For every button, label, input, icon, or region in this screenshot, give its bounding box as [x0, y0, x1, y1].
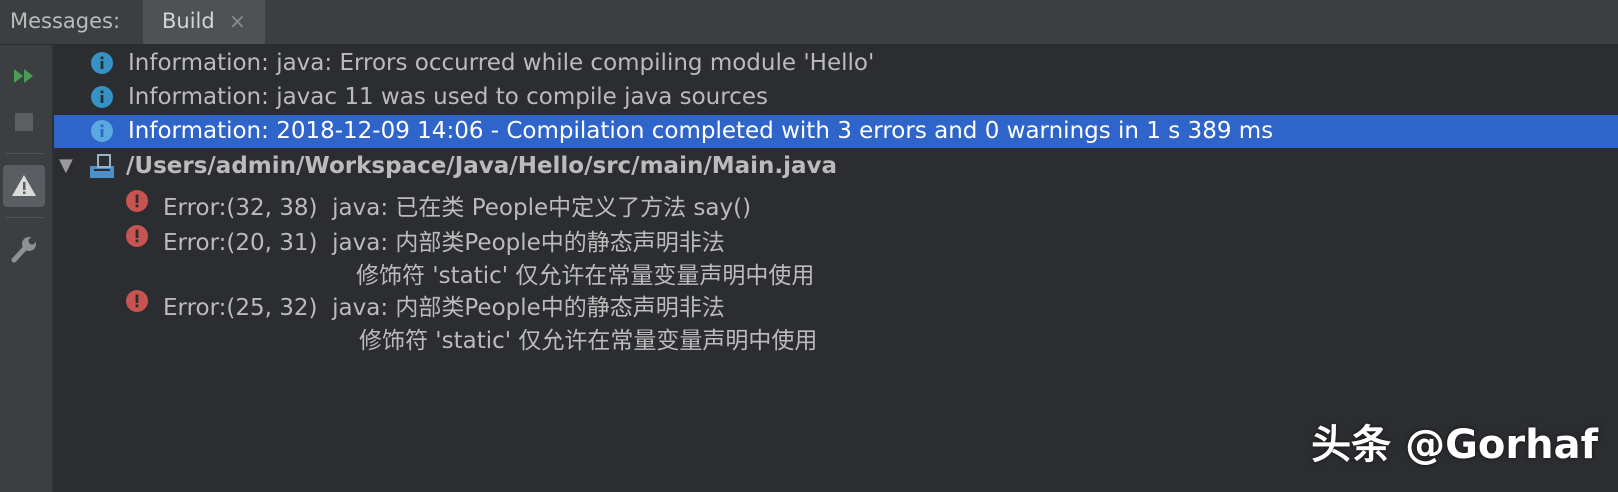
info-icon: [91, 86, 113, 108]
stop-button[interactable]: [3, 103, 45, 145]
expand-arrow-icon[interactable]: ▼: [59, 155, 73, 176]
message-row[interactable]: Information: javac 11 was used to compil…: [54, 81, 1618, 114]
toolbar-separator: [6, 153, 44, 154]
rerun-button[interactable]: [3, 57, 45, 99]
toolbar-separator: [6, 217, 44, 218]
rerun-icon: [14, 69, 33, 83]
file-node[interactable]: ▼ /Users/admin/Workspace/Java/Hello/src/…: [54, 150, 1618, 183]
message-row[interactable]: Information: java: Errors occurred while…: [54, 47, 1618, 80]
watermark: 头条 @Gorhaf: [1311, 422, 1598, 468]
error-text: Error:(25, 32) java: 内部类People中的静态声明非法: [163, 295, 725, 321]
message-text: Information: 2018-12-09 14:06 - Compilat…: [128, 118, 1274, 144]
info-icon: [91, 120, 113, 142]
file-path: /Users/admin/Workspace/Java/Hello/src/ma…: [126, 153, 838, 179]
tool-window-tabbar: Messages: Build ×: [0, 0, 1618, 45]
messages-toolbar: [0, 45, 53, 492]
error-continuation: 修饰符 'static' 仅允许在常量变量声明中使用: [359, 328, 818, 354]
tab-build-label: Build: [162, 9, 215, 33]
java-file-icon: [90, 154, 114, 178]
close-icon[interactable]: ×: [229, 9, 246, 33]
settings-wrench-icon: [11, 237, 36, 263]
error-row[interactable]: Error:(32, 38) java: 已在类 People中定义了方法 sa…: [54, 185, 1618, 221]
error-text: Error:(32, 38) java: 已在类 People中定义了方法 sa…: [163, 195, 752, 221]
message-text: Information: java: Errors occurred while…: [128, 50, 875, 76]
message-text: Information: javac 11 was used to compil…: [128, 84, 768, 110]
error-icon: [126, 190, 148, 212]
error-text: Error:(20, 31) java: 内部类People中的静态声明非法: [163, 230, 725, 256]
error-icon: [126, 290, 148, 312]
message-row-selected[interactable]: Information: 2018-12-09 14:06 - Compilat…: [54, 115, 1618, 148]
show-warnings-toggle[interactable]: [3, 165, 45, 207]
error-row[interactable]: Error:(25, 32) java: 内部类People中的静态声明非法: [54, 285, 1618, 321]
tab-build[interactable]: Build ×: [143, 0, 265, 44]
warning-filter-icon: [12, 175, 36, 196]
error-icon: [126, 225, 148, 247]
stop-icon: [15, 113, 33, 131]
messages-panel-title: Messages:: [10, 9, 121, 33]
error-row[interactable]: Error:(20, 31) java: 内部类People中的静态声明非法: [54, 220, 1618, 256]
info-icon: [91, 52, 113, 74]
settings-button[interactable]: [3, 229, 45, 271]
